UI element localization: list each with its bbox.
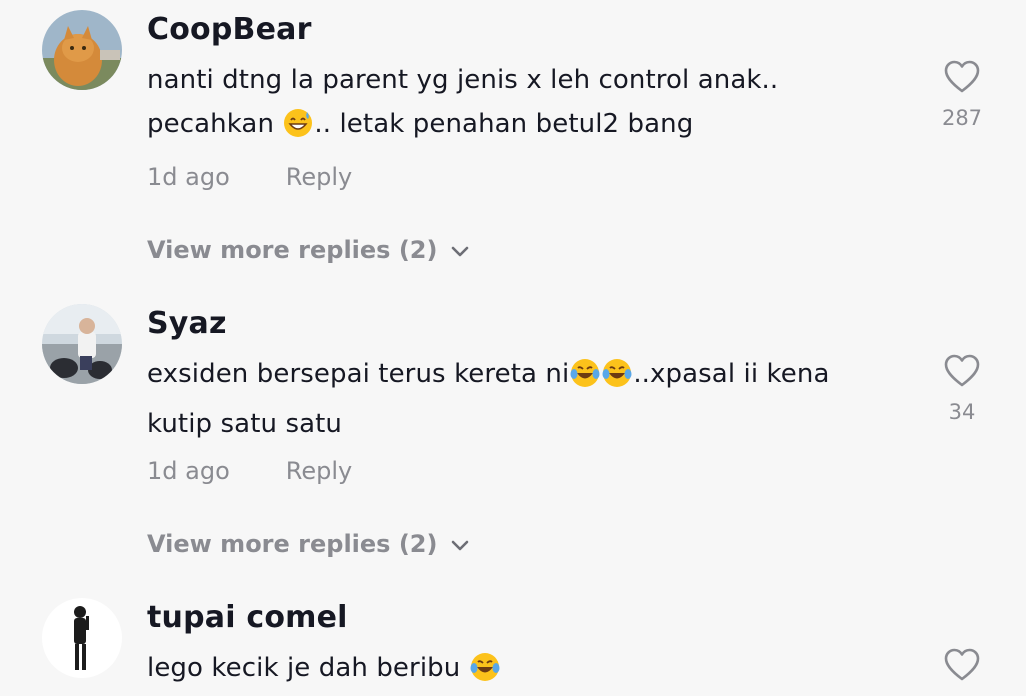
comment-username[interactable]: CoopBear — [147, 12, 312, 47]
chevron-down-icon — [451, 236, 469, 264]
tears-of-joy-emoji-icon — [602, 358, 632, 402]
avatar-syaz[interactable] — [42, 304, 122, 384]
heart-icon[interactable] — [944, 354, 980, 388]
comment-username[interactable]: tupai comel — [147, 600, 348, 635]
comment-text-line: pecahkan .. letak penahan betul2 bang — [147, 102, 907, 152]
like-count: 287 — [941, 106, 983, 130]
view-more-replies-label: View more replies (2) — [147, 530, 438, 558]
grinning-sweat-emoji-icon — [283, 108, 313, 152]
like-count: 34 — [948, 400, 976, 424]
rider-avatar-icon — [42, 304, 122, 384]
heart-icon[interactable] — [944, 648, 980, 682]
tears-of-joy-emoji-icon — [570, 358, 600, 402]
comment-text-segment: exsiden bersepai terus kereta ni — [147, 359, 570, 389]
comment-text-line: nanti dtng la parent yg jenis x leh cont… — [147, 65, 779, 95]
cat-avatar-icon — [42, 10, 122, 90]
avatar-coopbear[interactable] — [42, 10, 122, 90]
comment-text-segment: .. letak penahan betul2 bang — [314, 109, 694, 139]
comment-text-segment: pecahkan — [147, 109, 283, 139]
tears-of-joy-emoji-icon — [470, 652, 500, 696]
reply-button[interactable]: Reply — [286, 163, 352, 191]
comment-text-line: exsiden bersepai terus kereta ni ..xpasal… — [147, 352, 907, 402]
comment-text-line: kutip satu satu — [147, 409, 342, 439]
avatar-tupai-comel[interactable] — [42, 598, 122, 678]
comment-meta: 1d ago Reply — [147, 163, 352, 191]
view-more-replies-button[interactable]: View more replies (2) — [147, 236, 469, 264]
comment-time: 1d ago — [147, 457, 230, 485]
chevron-down-icon — [451, 530, 469, 558]
comment-text: exsiden bersepai terus kereta ni ..xpasal… — [147, 352, 907, 446]
comment-text: nanti dtng la parent yg jenis x leh cont… — [147, 58, 907, 152]
comment-text-segment: ..xpasal ii kena — [633, 359, 830, 389]
view-more-replies-button[interactable]: View more replies (2) — [147, 530, 469, 558]
view-more-replies-label: View more replies (2) — [147, 236, 438, 264]
comment-text-line: lego kecik je dah beribu — [147, 646, 907, 696]
person-avatar-icon — [42, 598, 122, 678]
comment-username[interactable]: Syaz — [147, 306, 227, 341]
comment-meta: 1d ago Reply — [147, 457, 352, 485]
comment-text-segment: lego kecik je dah beribu — [147, 653, 469, 683]
like-control: 287 — [922, 60, 1002, 130]
like-control: 34 — [922, 354, 1002, 424]
comment-text: lego kecik je dah beribu — [147, 646, 907, 696]
heart-icon[interactable] — [944, 60, 980, 94]
reply-button[interactable]: Reply — [286, 457, 352, 485]
like-control — [922, 648, 1002, 682]
comment-time: 1d ago — [147, 163, 230, 191]
